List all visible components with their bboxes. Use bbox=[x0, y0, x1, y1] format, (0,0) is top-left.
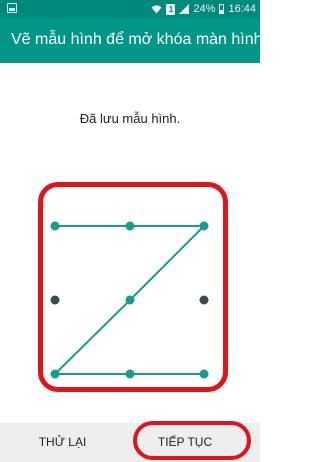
lock-pattern-setup-screen: 1 24% 16:44 Vẽ mẫu hình để mở khóa màn h… bbox=[0, 0, 263, 462]
pattern-highlight-frame bbox=[38, 182, 228, 392]
bottom-button-bar: THỬ LẠI TIẾP TỤC bbox=[0, 423, 260, 462]
continue-button[interactable]: TIẾP TỤC bbox=[145, 423, 225, 462]
retry-button[interactable]: THỬ LẠI bbox=[25, 423, 100, 462]
